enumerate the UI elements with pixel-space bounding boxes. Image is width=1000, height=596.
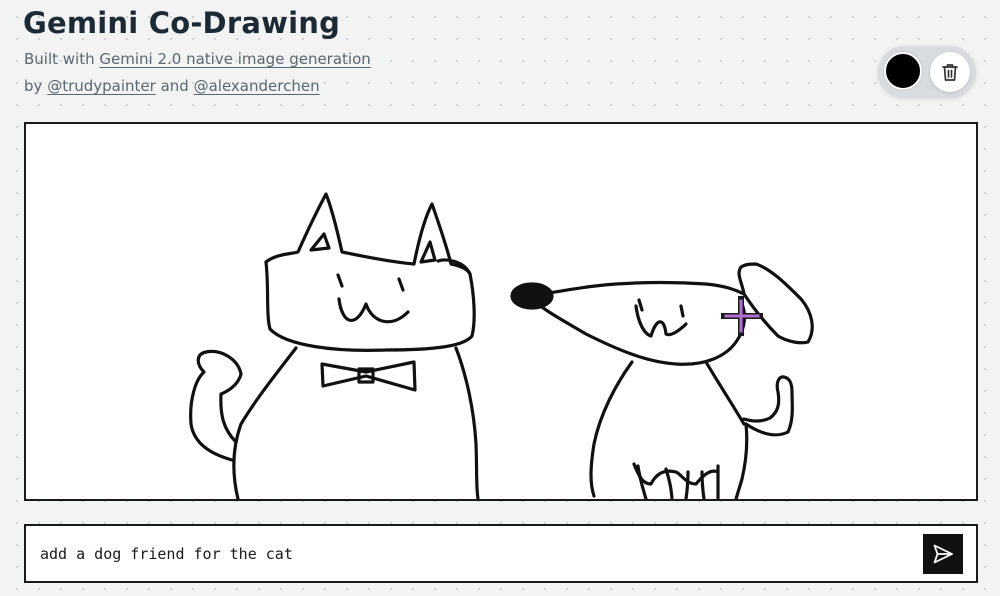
clear-canvas-button[interactable] xyxy=(930,52,970,92)
drawing-canvas[interactable] xyxy=(24,122,978,501)
send-button[interactable] xyxy=(923,534,963,574)
built-with-prefix: Built with xyxy=(24,50,95,68)
prompt-bar xyxy=(24,524,978,583)
page-title: Gemini Co-Drawing xyxy=(23,6,341,40)
and-text: and xyxy=(160,77,189,95)
gemini-link[interactable]: Gemini 2.0 native image generation xyxy=(99,50,370,68)
canvas-drawing xyxy=(189,192,814,499)
cat-drawing xyxy=(189,192,480,499)
dog-nose xyxy=(510,282,554,310)
crosshair-cursor-icon xyxy=(721,296,763,336)
author-link-alexanderchen[interactable]: @alexanderchen xyxy=(194,77,320,95)
dog-drawing xyxy=(529,262,814,499)
authors-line: by @trudypainter and @alexanderchen xyxy=(24,77,320,95)
color-picker-button[interactable] xyxy=(884,52,922,90)
author-link-trudypainter[interactable]: @trudypainter xyxy=(47,77,156,95)
built-with-line: Built with Gemini 2.0 native image gener… xyxy=(24,50,371,68)
prompt-input[interactable] xyxy=(40,535,900,573)
send-icon xyxy=(933,544,953,564)
trash-icon xyxy=(942,64,958,81)
drawing-toolbar xyxy=(878,46,976,98)
by-prefix: by xyxy=(24,77,43,95)
